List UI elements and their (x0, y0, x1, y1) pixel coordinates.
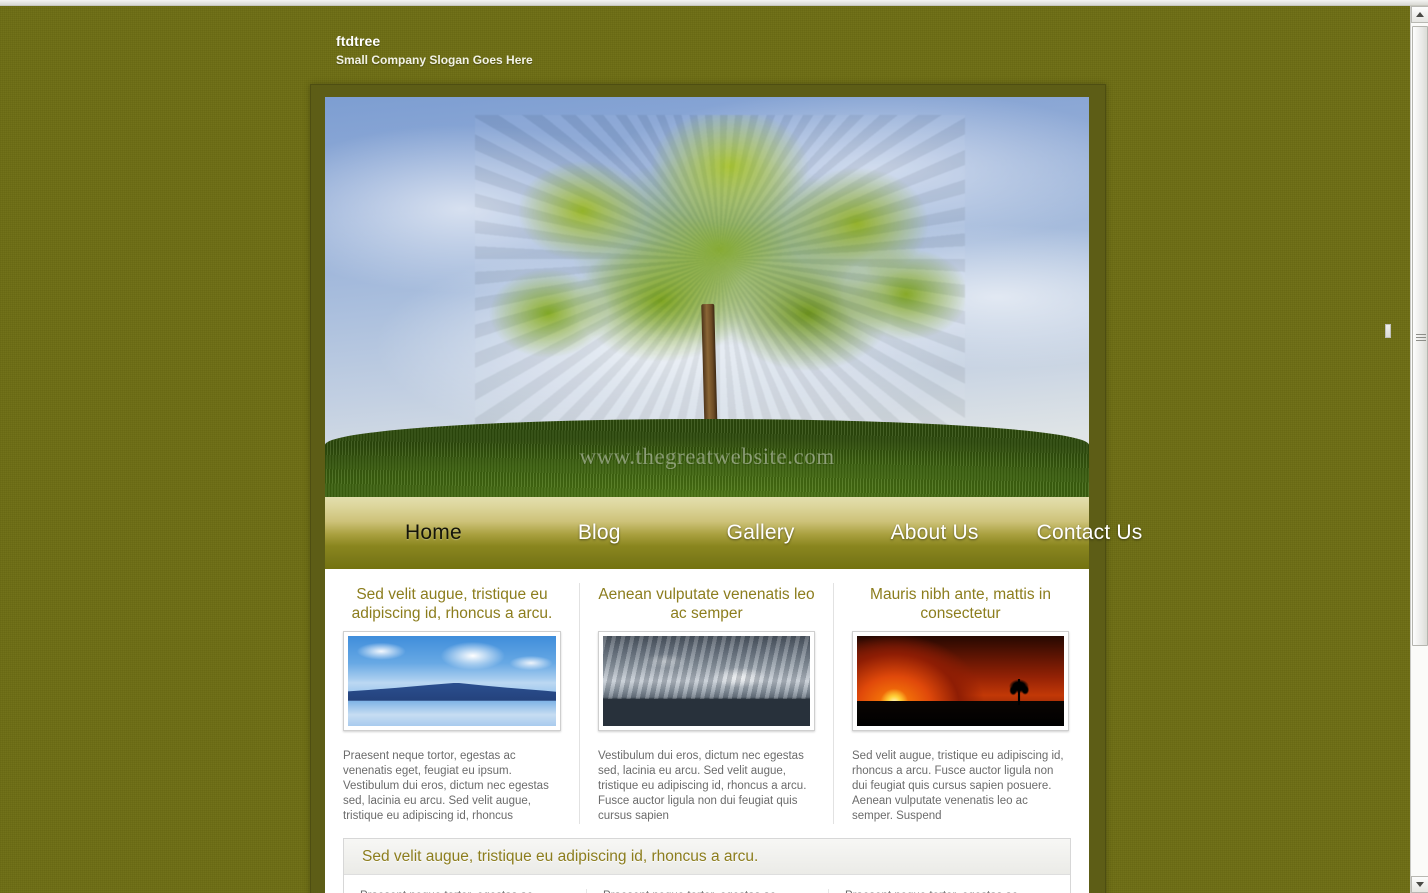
vertical-scrollbar[interactable] (1410, 6, 1428, 893)
scrollbar-track[interactable] (1411, 23, 1428, 876)
sunset-with-tree-photo (857, 636, 1064, 726)
feature-columns: Sed velit augue, tristique eu adipiscing… (325, 569, 1089, 824)
feature-body-text: Sed velit augue, tristique eu adipiscing… (852, 750, 1064, 822)
feature-thumbnail-sea[interactable] (598, 631, 815, 731)
bottom-columns: Praesent neque tortor, egestas ac venena… (344, 875, 1070, 893)
bottom-column: Praesent neque tortor, egestas ac venena… (828, 889, 1070, 893)
hero-image: www.thegreatwebsite.com (325, 97, 1089, 497)
feature-thumbnail-sunset[interactable] (852, 631, 1069, 731)
nav-item-home[interactable]: Home (403, 517, 464, 549)
bottom-column: Praesent neque tortor, egestas ac venena… (586, 889, 828, 893)
scrollbar-thumb[interactable] (1412, 26, 1428, 646)
scroll-down-icon[interactable] (1411, 876, 1428, 893)
bottom-body-text: Praesent neque tortor, egestas ac venena… (360, 889, 570, 893)
tree-canopy (475, 115, 965, 435)
bottom-panel-title: Sed velit augue, tristique eu adipiscing… (362, 847, 759, 865)
site-slogan: Small Company Slogan Goes Here (336, 53, 533, 67)
feature-column: Aenean vulputate venenatis leo ac semper… (579, 583, 833, 824)
lake-and-mountain-photo (348, 636, 556, 726)
feature-title: Mauris nibh ante, mattis in consectetur (870, 586, 1051, 622)
nav-item-contact-us[interactable]: Contact Us (1035, 517, 1145, 549)
main-content: Sed velit augue, tristique eu adipiscing… (325, 569, 1089, 893)
main-navigation: Home Blog Gallery About Us Contact Us (325, 497, 1142, 569)
nav-item-blog[interactable]: Blog (576, 517, 623, 549)
nav-item-about-us[interactable]: About Us (889, 517, 981, 549)
feature-column: Mauris nibh ante, mattis in consectetur … (833, 583, 1087, 824)
bottom-body-text: Praesent neque tortor, egestas ac venena… (603, 889, 812, 893)
bottom-panel: Sed velit augue, tristique eu adipiscing… (343, 838, 1071, 893)
feature-thumbnail-lake[interactable] (343, 631, 561, 731)
caret-up-icon (1416, 12, 1424, 17)
feature-body-text: Vestibulum dui eros, dictum nec egestas … (598, 750, 807, 822)
feature-title: Aenean vulputate venenatis leo ac semper (598, 586, 815, 622)
scrollbar-grip-icon (1416, 332, 1426, 341)
site-logo: ftdtree (336, 33, 381, 49)
nav-item-gallery[interactable]: Gallery (725, 517, 797, 549)
scroll-up-icon[interactable] (1411, 6, 1428, 23)
feature-column: Sed velit augue, tristique eu adipiscing… (325, 583, 579, 824)
page-canvas: ftdtree Small Company Slogan Goes Here w… (0, 6, 1410, 893)
hero-grass (325, 419, 1089, 497)
stormy-sea-photo (603, 636, 810, 726)
bottom-panel-header: Sed velit augue, tristique eu adipiscing… (344, 839, 1070, 875)
caret-down-icon (1416, 882, 1424, 887)
feature-body-text: Praesent neque tortor, egestas ac venena… (343, 750, 549, 822)
site-header: ftdtree Small Company Slogan Goes Here (336, 33, 836, 68)
bottom-column: Praesent neque tortor, egestas ac venena… (344, 889, 586, 893)
feature-title: Sed velit augue, tristique eu adipiscing… (351, 586, 553, 622)
bottom-body-text: Praesent neque tortor, egestas ac venena… (845, 889, 1054, 893)
content-frame: www.thegreatwebsite.com Home Blog Galler… (310, 84, 1142, 893)
window-edge-marker (1385, 324, 1391, 338)
